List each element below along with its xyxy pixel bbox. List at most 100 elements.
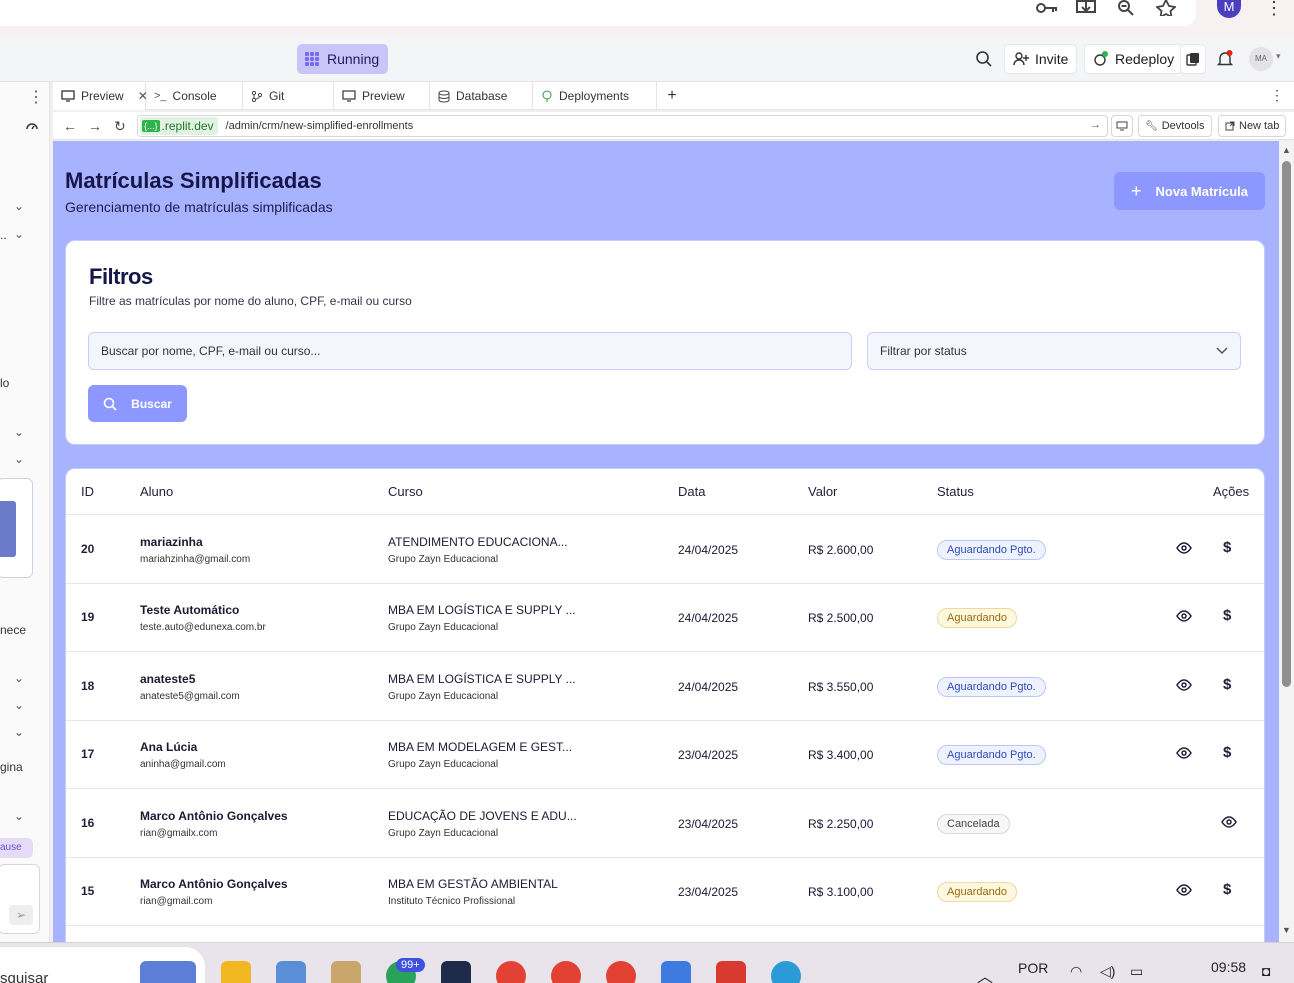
notification-center-icon[interactable]: ◘: [1262, 963, 1270, 979]
send-icon[interactable]: ➢: [9, 905, 33, 925]
sidebar-image-card[interactable]: [0, 478, 33, 578]
run-status-label: Running: [327, 51, 380, 67]
cell-date: 23/04/2025: [678, 817, 739, 831]
header-id: ID: [81, 484, 94, 499]
url-field[interactable]: {...} .replit.dev /admin/crm/new-simplif…: [137, 115, 1108, 137]
payment-dollar-icon[interactable]: $: [1223, 744, 1231, 761]
folder-icon[interactable]: [221, 961, 251, 983]
chevron-down-icon[interactable]: ⌄: [14, 425, 24, 439]
reload-icon[interactable]: ↻: [114, 118, 126, 135]
tab-preview[interactable]: Preview: [334, 82, 430, 110]
notepad-icon[interactable]: [661, 961, 691, 983]
run-grid-icon: [305, 52, 319, 66]
tab-git[interactable]: Git: [243, 82, 334, 110]
payment-dollar-icon[interactable]: $: [1223, 676, 1231, 693]
table-header: ID Aluno Curso Data Valor Status Ações: [66, 469, 1264, 515]
cell-student-name: mariazinha: [140, 535, 203, 549]
cell-student-email: anateste5@gmail.com: [140, 691, 240, 702]
scroll-down-icon[interactable]: ▼: [1282, 925, 1291, 935]
cell-institution: Grupo Zayn Educacional: [388, 622, 499, 633]
tab-deployments[interactable]: Deployments: [533, 82, 657, 110]
lock-app-icon[interactable]: [331, 961, 361, 983]
edge-icon[interactable]: [771, 961, 801, 983]
go-arrow-icon[interactable]: →: [1090, 119, 1101, 131]
sidebar-text-fragment: lo: [0, 376, 10, 390]
chrome-active-icon[interactable]: [606, 961, 636, 983]
language-indicator[interactable]: POR: [1018, 960, 1048, 976]
search-input[interactable]: Buscar por nome, CPF, e-mail ou curso...: [88, 332, 852, 370]
chevron-down-icon[interactable]: ⌄: [14, 809, 24, 823]
tab-console[interactable]: >_ Console: [146, 82, 243, 110]
devtools-button[interactable]: 🔧︎ Devtools: [1138, 115, 1212, 137]
page-title: Matrículas Simplificadas: [65, 168, 322, 193]
browser-menu-icon[interactable]: ⋮: [1265, 0, 1283, 17]
cell-student-email: rian@gmailx.com: [140, 828, 218, 839]
pause-button[interactable]: ause: [0, 838, 33, 858]
tabs-menu-icon[interactable]: ⋮: [1270, 87, 1284, 104]
cell-student-email: rian@gmail.com: [140, 896, 213, 907]
gmail-icon[interactable]: [716, 961, 746, 983]
redeploy-button[interactable]: Redeploy: [1084, 44, 1184, 74]
back-arrow-icon[interactable]: ←: [63, 118, 77, 134]
newtab-label: New tab: [1239, 120, 1280, 132]
key-icon[interactable]: [1035, 0, 1059, 18]
user-avatar[interactable]: MA: [1249, 47, 1273, 71]
chevron-down-icon[interactable]: ▾: [1276, 51, 1281, 62]
multiplayer-button[interactable]: [1180, 44, 1206, 74]
chevron-down-icon[interactable]: ⌄: [14, 227, 24, 241]
chevron-down-icon[interactable]: ⌄: [14, 199, 24, 213]
scroll-thumb[interactable]: [1282, 161, 1291, 687]
replit-header: Running Invite Redeploy MA ▾: [0, 36, 1294, 82]
cell-institution: Grupo Zayn Educacional: [388, 691, 499, 702]
chevron-down-icon[interactable]: ⌄: [14, 725, 24, 739]
chat-input[interactable]: ➢: [0, 864, 40, 934]
volume-icon[interactable]: ◁): [1100, 963, 1115, 980]
kebab-icon[interactable]: ⋮: [28, 87, 44, 107]
battery-icon[interactable]: ▭: [1130, 963, 1143, 980]
search-button[interactable]: Buscar: [88, 385, 187, 422]
cell-id: 20: [81, 542, 95, 556]
clock-time[interactable]: 09:58: [1211, 959, 1246, 975]
search-icon[interactable]: [975, 50, 993, 68]
bookmark-star-icon[interactable]: [1156, 0, 1180, 18]
status-filter-select[interactable]: Filtrar por status: [867, 332, 1241, 370]
new-tab-button[interactable]: New tab: [1218, 115, 1287, 137]
screen-icon[interactable]: [1111, 115, 1133, 137]
eye-icon[interactable]: [1176, 610, 1192, 622]
weather-widget-icon[interactable]: [140, 961, 196, 983]
history-icon[interactable]: [24, 120, 40, 134]
eye-icon[interactable]: [1176, 679, 1192, 691]
install-app-icon[interactable]: [1075, 0, 1099, 18]
payment-dollar-icon[interactable]: $: [1223, 881, 1231, 898]
browser-profile-avatar[interactable]: M: [1217, 0, 1241, 18]
chrome-icon[interactable]: [551, 961, 581, 983]
payment-dollar-icon[interactable]: $: [1223, 539, 1231, 556]
cell-course: ATENDIMENTO EDUCACIONA...: [388, 535, 568, 549]
wifi-icon[interactable]: ◠: [1070, 963, 1082, 980]
notifications-bell-icon[interactable]: [1216, 50, 1234, 68]
chevron-down-icon[interactable]: ⌄: [14, 671, 24, 685]
terminal-app-icon[interactable]: [441, 961, 471, 983]
app-icon[interactable]: [276, 961, 306, 983]
chevron-down-icon[interactable]: ⌄: [14, 452, 24, 466]
invite-button[interactable]: Invite: [1004, 44, 1078, 74]
new-tab-plus-icon[interactable]: +: [657, 82, 687, 110]
eye-icon[interactable]: [1176, 747, 1192, 759]
zoom-icon[interactable]: [1116, 0, 1140, 18]
chrome-icon[interactable]: [496, 961, 526, 983]
chevron-down-icon[interactable]: ⌄: [14, 698, 24, 712]
forward-arrow-icon[interactable]: →: [88, 118, 102, 134]
tab-preview-active[interactable]: Preview ✕: [53, 82, 148, 110]
cell-course: EDUCAÇÃO DE JOVENS E ADU...: [388, 809, 577, 823]
tray-chevron-up-icon[interactable]: ︿: [977, 963, 993, 983]
scroll-up-icon[interactable]: ▲: [1282, 145, 1291, 155]
eye-icon[interactable]: [1221, 816, 1237, 828]
tab-database[interactable]: Database: [430, 82, 533, 110]
eye-icon[interactable]: [1176, 542, 1192, 554]
new-enrollment-button[interactable]: + Nova Matrícula: [1114, 172, 1265, 210]
cell-id: 16: [81, 816, 95, 830]
payment-dollar-icon[interactable]: $: [1223, 607, 1231, 624]
preview-scrollbar[interactable]: ▲ ▼: [1279, 141, 1294, 942]
eye-icon[interactable]: [1176, 884, 1192, 896]
run-status-button[interactable]: Running: [297, 44, 389, 74]
